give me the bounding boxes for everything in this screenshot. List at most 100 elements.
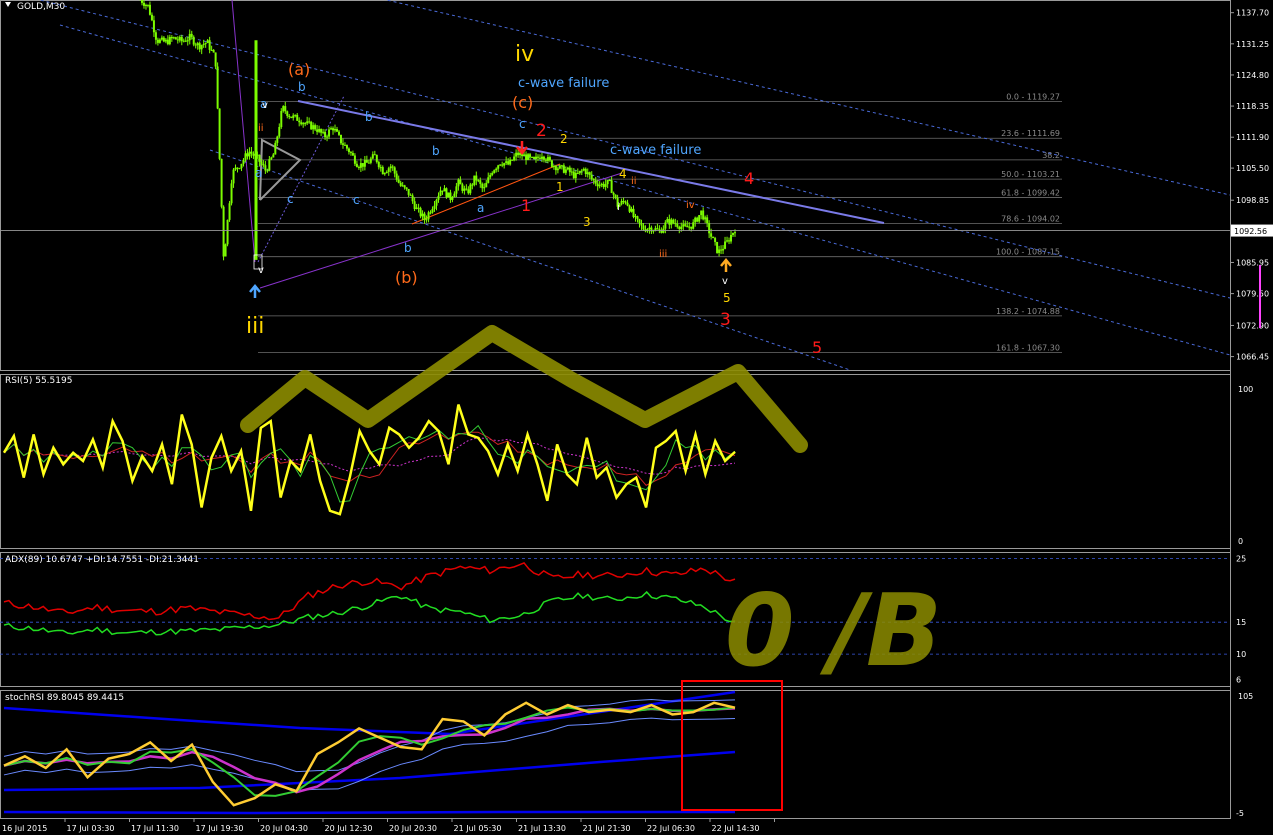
- time-tick-label: 17 Jul 03:30: [67, 824, 115, 833]
- trading-chart: 0.0 - 1119.2723.6 - 1111.6938.250.0 - 11…: [0, 0, 1273, 833]
- candle-body: [636, 216, 639, 220]
- candle-body: [467, 189, 470, 194]
- wave-label: 3: [720, 310, 731, 330]
- wave-label: 5: [723, 291, 731, 305]
- candle-body: [268, 159, 271, 171]
- wave-label: c: [287, 192, 294, 206]
- candle-body: [507, 161, 510, 165]
- time-axis: 16 Jul 2015 17 Jul 03:30 17 Jul 11:30 17 Ju…: [2, 818, 775, 833]
- candle-body: [224, 244, 227, 257]
- candle-body: [572, 171, 575, 179]
- stoch-rsi-pane: 105 -5: [3, 680, 1253, 818]
- candle-body: [642, 225, 645, 230]
- candle-body: [622, 200, 625, 202]
- wave-label: (a): [288, 60, 310, 79]
- rsi-label: RSI(5) 55.5195: [5, 376, 72, 386]
- candle-body: [347, 148, 350, 153]
- current-price-label: 1092.56: [1234, 227, 1267, 236]
- candle-body: [258, 154, 261, 162]
- candle-body: [720, 249, 723, 251]
- candle-body: [238, 168, 241, 170]
- candle-body: [146, 4, 149, 6]
- candle-body: [560, 165, 563, 167]
- time-tick-label: 21 Jul 21:30: [583, 824, 631, 833]
- fib-level-label: 61.8 - 1099.42: [1001, 188, 1060, 197]
- price-tick-label: 1079.50: [1236, 290, 1269, 299]
- candle-body: [477, 180, 480, 182]
- candle-body: [566, 167, 569, 170]
- candle-body: [264, 165, 267, 171]
- candle-body: [369, 158, 372, 163]
- candle-body: [296, 114, 299, 121]
- candle-body: [686, 225, 689, 228]
- candle-body: [280, 110, 283, 127]
- time-tick-label: 20 Jul 04:30: [260, 824, 308, 833]
- candle-body: [334, 129, 337, 131]
- candle-body: [433, 205, 436, 209]
- collapse-triangle-icon[interactable]: [5, 2, 11, 7]
- candle-body: [668, 219, 671, 225]
- candle-body: [142, 2, 145, 6]
- candle-body: [443, 188, 446, 192]
- candle-body: [220, 158, 223, 207]
- candle-body: [580, 170, 583, 172]
- candle-body: [499, 164, 502, 166]
- candle-body: [339, 134, 342, 144]
- candle-body: [236, 167, 239, 169]
- wave-label: 4: [744, 169, 754, 188]
- candle-body: [276, 136, 279, 143]
- candle-body: [244, 153, 247, 160]
- adx-tick-label: 25: [1236, 554, 1246, 563]
- candle-body: [469, 184, 472, 194]
- fib-level-label: 100.0 - 1087.15: [996, 248, 1060, 257]
- candle-body: [576, 172, 579, 174]
- candle-body: [326, 136, 329, 138]
- adx-tick-label: 10: [1236, 650, 1246, 659]
- candle-body: [228, 203, 231, 220]
- candle-body: [328, 129, 331, 137]
- candle-body: [156, 39, 159, 43]
- candle-body: [439, 190, 442, 196]
- candle-body: [614, 194, 617, 198]
- candle-body: [166, 39, 169, 45]
- candle-body: [363, 160, 366, 167]
- candle-body: [658, 229, 661, 231]
- candle-body: [562, 165, 565, 173]
- candle-body: [632, 208, 635, 217]
- pane-border: [0, 552, 1231, 687]
- candle-body: [447, 192, 450, 198]
- candle-body: [361, 163, 364, 167]
- candle-body: [578, 170, 581, 174]
- candle-body: [314, 125, 317, 130]
- candle-body: [596, 183, 599, 187]
- fib-level-label: 0.0 - 1119.27: [1006, 93, 1060, 102]
- candle-body: [266, 170, 269, 172]
- candle-body: [483, 187, 486, 189]
- candle-body: [445, 188, 448, 198]
- candle-body: [282, 106, 285, 111]
- wave-label: b: [432, 144, 440, 158]
- candle-body: [536, 156, 539, 158]
- candle-body: [373, 154, 376, 156]
- candle-body: [417, 207, 420, 209]
- candle-body: [714, 238, 717, 242]
- candle-body: [407, 188, 410, 195]
- candle-body: [588, 172, 591, 175]
- candle-body: [437, 195, 440, 200]
- candle-body: [349, 152, 352, 154]
- candle-body: [461, 184, 464, 191]
- candle-body: [154, 32, 157, 40]
- candle-body: [391, 166, 394, 168]
- candle-body: [590, 174, 593, 180]
- price-tick-label: 1066.45: [1236, 353, 1269, 362]
- time-tick-label: 17 Jul 11:30: [131, 824, 179, 833]
- stoch-band-floor: [3, 810, 735, 815]
- candle-body: [184, 40, 187, 42]
- candle-body: [529, 154, 532, 157]
- wave-label: c-wave failure: [610, 143, 701, 158]
- candle-body: [260, 161, 263, 164]
- candle-body: [542, 156, 545, 160]
- wave-label: ii: [631, 176, 637, 187]
- candle-body: [734, 232, 736, 234]
- candle-body: [288, 115, 291, 117]
